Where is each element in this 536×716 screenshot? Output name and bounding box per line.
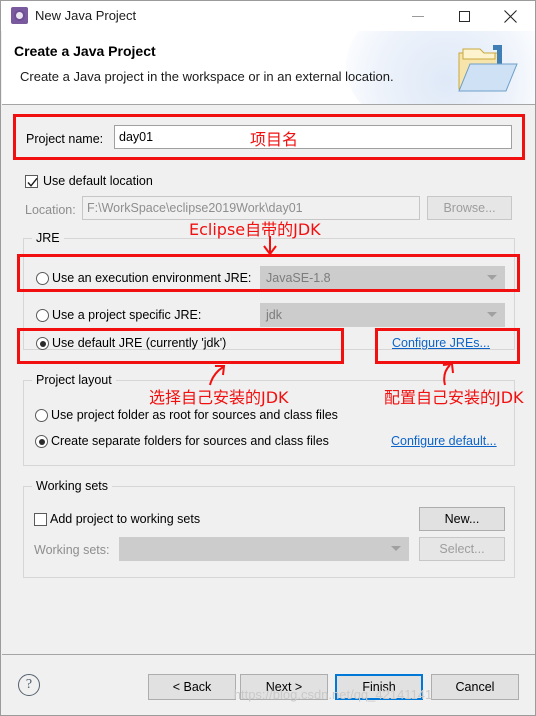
back-button[interactable]: < Back bbox=[148, 674, 236, 700]
project-specific-jre-value: jdk bbox=[266, 308, 282, 322]
add-project-to-working-sets-label: Add project to working sets bbox=[50, 512, 201, 526]
page-title: Create a Java Project bbox=[14, 43, 156, 59]
annotation-eclipse-jdk: Eclipse自带的JDK bbox=[189, 220, 321, 239]
eclipse-wizard-icon bbox=[11, 7, 28, 24]
execution-environment-jre-value: JavaSE-1.8 bbox=[266, 271, 331, 285]
chevron-down-icon bbox=[391, 546, 401, 551]
project-name-input[interactable]: day01 bbox=[114, 125, 512, 149]
execution-environment-jre-label: Use an execution environment JRE: bbox=[52, 271, 252, 285]
configure-jres-link[interactable]: Configure JREs... bbox=[392, 336, 490, 350]
dialog-footer: ? < Back Next > Finish Cancel bbox=[2, 654, 535, 715]
chevron-down-icon bbox=[487, 275, 497, 280]
new-java-project-dialog: New Java Project Create a Java Project C… bbox=[0, 0, 536, 716]
close-icon[interactable] bbox=[489, 1, 535, 31]
project-name-label: Project name: bbox=[26, 132, 104, 146]
radio-project-specific-jre[interactable] bbox=[36, 309, 49, 322]
jre-group bbox=[23, 238, 515, 350]
project-specific-jre-combo[interactable]: jdk bbox=[260, 303, 505, 327]
annotation-project-name: 项目名 bbox=[250, 130, 299, 149]
separate-folders-label: Create separate folders for sources and … bbox=[51, 434, 329, 448]
project-specific-jre-label: Use a project specific JRE: bbox=[52, 308, 202, 322]
cancel-button[interactable]: Cancel bbox=[431, 674, 519, 700]
radio-execution-environment-jre[interactable] bbox=[36, 272, 49, 285]
radio-project-folder-root[interactable] bbox=[35, 409, 48, 422]
default-jre-label: Use default JRE (currently 'jdk') bbox=[52, 336, 227, 350]
finish-button[interactable]: Finish bbox=[335, 674, 423, 700]
annotation-select-own-jdk: 选择自己安装的JDK bbox=[149, 388, 289, 407]
new-working-set-button[interactable]: New... bbox=[419, 507, 505, 531]
help-icon[interactable]: ? bbox=[18, 674, 40, 696]
project-layout-group-title: Project layout bbox=[32, 373, 116, 387]
radio-default-jre[interactable] bbox=[36, 337, 49, 350]
dialog-body: Project name: day01 Use default location… bbox=[2, 105, 535, 654]
title-bar: New Java Project bbox=[1, 1, 535, 31]
working-sets-combo[interactable] bbox=[119, 537, 409, 561]
browse-button[interactable]: Browse... bbox=[427, 196, 512, 220]
project-folder-root-label: Use project folder as root for sources a… bbox=[51, 408, 338, 422]
add-project-to-working-sets-checkbox[interactable] bbox=[34, 513, 47, 526]
chevron-down-icon bbox=[487, 312, 497, 317]
wizard-header: Create a Java Project Create a Java proj… bbox=[2, 31, 535, 105]
working-sets-label: Working sets: bbox=[34, 543, 110, 557]
execution-environment-jre-combo[interactable]: JavaSE-1.8 bbox=[260, 266, 505, 290]
location-label: Location: bbox=[25, 203, 76, 217]
maximize-button[interactable] bbox=[443, 1, 489, 31]
annotation-configure-own-jdk: 配置自己安装的JDK bbox=[384, 388, 524, 407]
radio-separate-folders[interactable] bbox=[35, 435, 48, 448]
configure-default-link[interactable]: Configure default... bbox=[391, 434, 497, 448]
window-title: New Java Project bbox=[35, 8, 137, 23]
next-button[interactable]: Next > bbox=[240, 674, 328, 700]
jre-group-title: JRE bbox=[32, 231, 64, 245]
select-working-set-button[interactable]: Select... bbox=[419, 537, 505, 561]
working-sets-group-title: Working sets bbox=[32, 479, 113, 493]
java-project-folder-icon bbox=[458, 45, 518, 92]
use-default-location-label: Use default location bbox=[43, 174, 153, 188]
minimize-button[interactable] bbox=[397, 1, 443, 31]
working-sets-group bbox=[23, 486, 515, 578]
page-description: Create a Java project in the workspace o… bbox=[20, 69, 394, 84]
use-default-location-checkbox[interactable] bbox=[25, 175, 38, 188]
